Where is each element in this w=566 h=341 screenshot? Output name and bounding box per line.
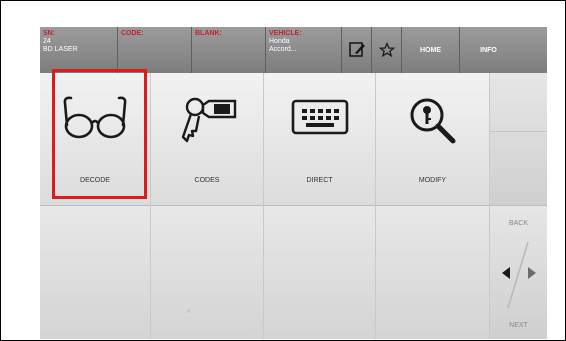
edit-note-icon [348, 42, 365, 57]
pager-panel: BACK NEXT [490, 206, 547, 339]
sn-label: SN: [43, 30, 56, 37]
keyboard-icon [291, 99, 348, 135]
direct-tile[interactable]: DIRECT [264, 73, 376, 206]
next-button[interactable] [520, 262, 542, 284]
status-bar: SN: 24 BD LASER CODE: BLANK: VEHICLE: Ho… [40, 27, 547, 73]
info-button[interactable]: INFO [460, 27, 517, 73]
empty-tile: ^ [151, 206, 264, 339]
vehicle-field: VEHICLE: Honda Accord... [266, 27, 342, 73]
modify-tile[interactable]: MODIFY [376, 73, 490, 206]
blank-field: BLANK: [192, 27, 266, 73]
caret-mark: ^ [187, 310, 191, 317]
info-label: INFO [480, 46, 497, 54]
sn-value-line2: BD LASER [43, 46, 78, 53]
blank-label: BLANK: [195, 30, 222, 37]
vehicle-value-line2: Accord... [269, 46, 297, 53]
vehicle-label: VEHICLE: [269, 30, 302, 37]
side-panel-top [490, 73, 547, 206]
arrow-right-icon [528, 267, 536, 279]
magnifier-key-icon [410, 98, 455, 144]
empty-tile [40, 206, 151, 339]
empty-tile [376, 206, 490, 339]
favorite-button[interactable] [372, 27, 402, 73]
code-label: CODE: [121, 30, 144, 37]
home-button[interactable]: HOME [402, 27, 460, 73]
codes-tile[interactable]: CODES [151, 73, 264, 206]
back-label[interactable]: BACK [490, 220, 547, 227]
modify-label: MODIFY [418, 177, 447, 184]
code-field: CODE: [118, 27, 192, 73]
sn-value-line1: 24 [43, 38, 51, 45]
empty-tile [264, 206, 376, 339]
next-label[interactable]: NEXT [490, 322, 547, 329]
selection-highlight [52, 69, 147, 199]
back-button[interactable] [496, 262, 518, 284]
home-label: HOME [420, 46, 441, 54]
vehicle-value-line1: Honda [269, 38, 290, 45]
direct-label: DIRECT [306, 177, 333, 184]
codes-label: CODES [194, 177, 220, 184]
notes-button[interactable] [342, 27, 372, 73]
star-icon [378, 42, 395, 58]
divider [490, 131, 547, 132]
key-tag-icon [181, 97, 237, 143]
sn-field: SN: 24 BD LASER [40, 27, 118, 73]
arrow-left-icon [502, 267, 510, 279]
